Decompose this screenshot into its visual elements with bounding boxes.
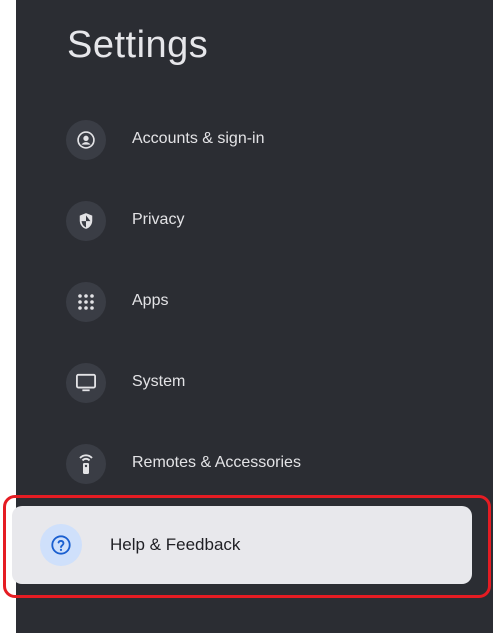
menu-item-system[interactable]: System — [16, 353, 493, 413]
remote-icon — [66, 444, 106, 484]
menu-item-label: System — [132, 373, 186, 390]
menu-item-label: Privacy — [132, 211, 185, 228]
page-title: Settings — [67, 24, 209, 66]
account-circle-icon — [66, 120, 106, 160]
menu-item-accounts[interactable]: Accounts & sign-in — [16, 110, 493, 170]
menu-item-apps[interactable]: Apps — [16, 272, 493, 332]
help-question-icon — [40, 524, 82, 566]
monitor-icon — [66, 363, 106, 403]
menu-item-label: Remotes & Accessories — [132, 454, 301, 471]
menu-item-label: Apps — [132, 292, 169, 309]
menu-item-privacy[interactable]: Privacy — [16, 191, 493, 251]
apps-grid-icon — [66, 282, 106, 322]
shield-icon — [66, 201, 106, 241]
menu-item-label: Accounts & sign-in — [132, 130, 265, 147]
menu-item-remotes[interactable]: Remotes & Accessories — [16, 434, 493, 494]
menu-item-help-feedback[interactable]: Help & Feedback — [12, 506, 472, 584]
menu-item-label: Help & Feedback — [110, 535, 241, 554]
